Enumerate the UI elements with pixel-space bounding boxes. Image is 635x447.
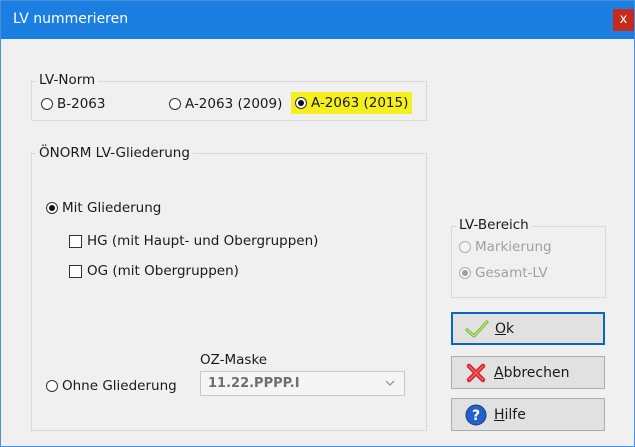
cancel-button-label: Abbrechen [494, 364, 570, 381]
gliederung-legend: ÖNORM LV-Gliederung [36, 145, 193, 161]
oz-mask-value: 11.22.PPPP.I [208, 376, 300, 391]
ok-button-label: Ok [495, 320, 515, 337]
radio-b2063-circle [41, 98, 53, 110]
checkbox-hg-label: HG (mit Haupt- und Obergruppen) [87, 233, 319, 249]
help-button-label: Hilfe [494, 406, 526, 423]
radio-a2063-2009[interactable]: A-2063 (2009) [169, 96, 282, 112]
radio-mit-gliederung-label: Mit Gliederung [62, 200, 162, 216]
checkmark-icon [465, 318, 489, 340]
radio-gesamt-lv-label: Gesamt-LV [475, 265, 548, 281]
radio-markierung-circle [459, 241, 471, 253]
radio-b2063-label: B-2063 [57, 96, 106, 112]
radio-a2063-2009-circle [169, 98, 181, 110]
oz-mask-label: OZ-Maske [200, 352, 268, 368]
radio-ohne-gliederung[interactable]: Ohne Gliederung [46, 378, 177, 394]
ok-button[interactable]: Ok [451, 312, 605, 345]
radio-a2063-2009-label: A-2063 (2009) [185, 96, 283, 112]
radio-b2063[interactable]: B-2063 [41, 96, 106, 112]
lv-norm-legend: LV-Norm [36, 72, 99, 88]
window-title: LV nummerieren [13, 11, 129, 27]
checkbox-hg-box [69, 234, 82, 248]
checkbox-og-label: OG (mit Obergruppen) [87, 263, 239, 279]
help-icon: ? [464, 404, 488, 426]
checkbox-hg[interactable]: HG (mit Haupt- und Obergruppen) [69, 233, 318, 249]
close-button[interactable]: x [613, 9, 634, 31]
radio-markierung-label: Markierung [475, 239, 552, 255]
lv-bereich-legend: LV-Bereich [456, 217, 532, 233]
checkbox-og-box [69, 264, 82, 278]
cancel-button[interactable]: Abbrechen [451, 356, 605, 389]
radio-a2063-2015-circle [295, 97, 307, 109]
radio-mit-gliederung[interactable]: Mit Gliederung [46, 200, 161, 216]
radio-ohne-gliederung-circle [46, 380, 58, 392]
checkbox-og[interactable]: OG (mit Obergruppen) [69, 263, 239, 279]
chevron-down-icon [385, 380, 395, 386]
oz-mask-select[interactable]: 11.22.PPPP.I [200, 371, 405, 396]
dialog-window: LV nummerieren x LV-Norm B-2063 A-2063 (… [0, 0, 635, 447]
radio-ohne-gliederung-label: Ohne Gliederung [62, 378, 177, 394]
radio-mit-gliederung-circle [46, 202, 58, 214]
help-button[interactable]: ? Hilfe [451, 398, 605, 431]
red-x-icon [464, 362, 488, 384]
radio-a2063-2015-label: A-2063 (2015) [311, 95, 409, 111]
radio-gesamt-lv[interactable]: Gesamt-LV [459, 265, 548, 281]
radio-a2063-2015[interactable]: A-2063 (2015) [291, 92, 413, 114]
radio-gesamt-lv-circle [459, 267, 471, 279]
lv-bereich-group [451, 226, 606, 298]
title-bar[interactable]: LV nummerieren x [1, 1, 634, 39]
radio-markierung[interactable]: Markierung [459, 239, 552, 255]
svg-text:?: ? [472, 408, 480, 424]
